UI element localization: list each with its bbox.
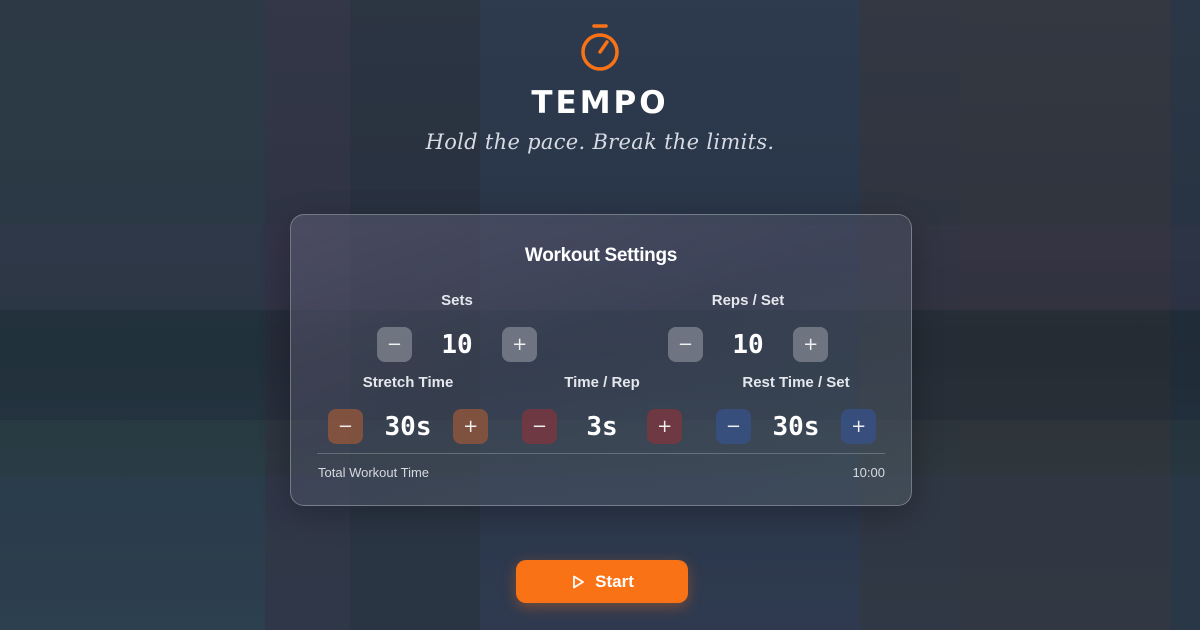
stretch-time-stepper: − 30s + [328,409,488,444]
card-title: Workout Settings [524,245,678,266]
rest-time-increment-button[interactable]: + [841,409,876,444]
total-workout-time-label: Total Workout Time [318,465,430,480]
time-per-rep-field: Time / Rep − 3s + [522,373,682,444]
workout-settings-card: Workout Settings Sets − 10 + Reps / Set … [290,214,912,506]
stopwatch-icon [581,24,619,71]
start-label: Start [595,571,634,591]
sets-label: Sets [441,292,473,309]
app-header: TEMPO Hold the pace. Break the limits. [0,22,1200,154]
rest-time-decrement-button[interactable]: − [716,409,751,444]
total-workout-time-value: 10:00 [852,465,885,480]
start-button[interactable]: Start [516,560,688,603]
stretch-time-increment-button[interactable]: + [453,409,488,444]
divider [317,453,885,454]
app-tagline: Hold the pace. Break the limits. [425,130,775,154]
rest-time-label: Rest Time / Set [742,374,850,391]
reps-value: 10 [732,329,764,360]
time-per-rep-decrement-button[interactable]: − [522,409,557,444]
sets-decrement-button[interactable]: − [377,327,412,362]
app-title: TEMPO [531,85,669,121]
reps-stepper: − 10 + [668,327,828,362]
reps-decrement-button[interactable]: − [668,327,703,362]
reps-label: Reps / Set [711,292,785,309]
rest-time-value: 30s [772,411,820,442]
stretch-time-value: 30s [384,411,432,442]
time-per-rep-increment-button[interactable]: + [647,409,682,444]
sets-field: Sets − 10 + [377,291,537,362]
time-per-rep-stepper: − 3s + [522,409,682,444]
sets-increment-button[interactable]: + [502,327,537,362]
stretch-time-field: Stretch Time − 30s + [328,373,488,444]
time-per-rep-label: Time / Rep [564,374,640,391]
stretch-time-label: Stretch Time [362,374,454,391]
reps-field: Reps / Set − 10 + [668,291,828,362]
time-per-rep-value: 3s [586,411,618,442]
stretch-time-decrement-button[interactable]: − [328,409,363,444]
sets-stepper: − 10 + [377,327,537,362]
sets-value: 10 [441,329,473,360]
play-icon [573,575,585,588]
rest-time-stepper: − 30s + [716,409,876,444]
rest-time-field: Rest Time / Set − 30s + [716,373,876,444]
reps-increment-button[interactable]: + [793,327,828,362]
